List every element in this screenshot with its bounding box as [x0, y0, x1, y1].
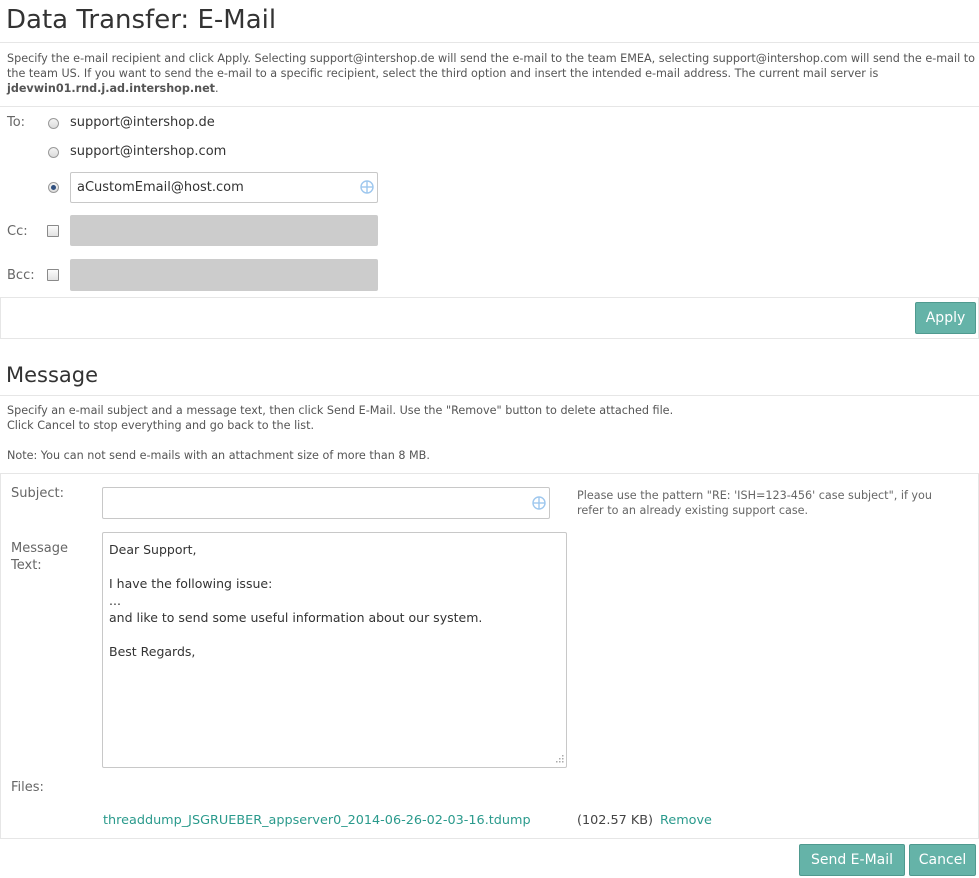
message-textarea[interactable]: Dear Support, I have the following issue… — [102, 532, 567, 768]
cancel-button[interactable]: Cancel — [909, 844, 976, 876]
to-label: To: — [7, 115, 26, 130]
resize-grip-icon[interactable] — [554, 755, 564, 765]
attachment-file-link[interactable]: threaddump_JSGRUEBER_appserver0_2014-06-… — [103, 813, 531, 828]
bcc-label: Bcc: — [7, 268, 35, 283]
subject-input[interactable] — [102, 487, 550, 519]
subject-label: Subject: — [11, 486, 64, 501]
autofill-icon — [360, 180, 374, 194]
description-text: Specify the e-mail recipient and click A… — [7, 52, 975, 80]
autofill-icon — [532, 496, 546, 510]
attachment-file-size: (102.57 KB) — [577, 813, 654, 828]
message-description-line2: Click Cancel to stop everything and go b… — [7, 419, 315, 432]
subject-hint: Please use the pattern "RE: 'ISH=123-456… — [577, 489, 932, 517]
divider — [0, 338, 979, 339]
message-description-line1: Specify an e-mail subject and a message … — [7, 404, 674, 417]
radio-custom-recipient[interactable] — [48, 182, 59, 193]
option-support-de-label: support@intershop.de — [70, 115, 215, 130]
apply-button[interactable]: Apply — [915, 302, 976, 334]
cc-checkbox[interactable] — [47, 225, 59, 237]
divider — [0, 297, 979, 298]
page-description: Specify the e-mail recipient and click A… — [7, 51, 975, 96]
radio-support-com[interactable] — [48, 147, 59, 158]
cc-field — [70, 215, 378, 246]
bcc-field — [70, 259, 378, 291]
divider — [0, 42, 979, 43]
message-section-title: Message — [6, 363, 99, 387]
files-label: Files: — [11, 780, 44, 795]
divider — [0, 838, 979, 839]
attachment-note: Note: You can not send e-mails with an a… — [7, 449, 430, 462]
custom-email-input[interactable] — [70, 172, 378, 203]
send-email-button[interactable]: Send E-Mail — [799, 844, 905, 876]
bcc-checkbox[interactable] — [47, 269, 59, 281]
message-text-label-line2: Text: — [11, 558, 42, 573]
divider — [0, 106, 979, 107]
option-support-com-label: support@intershop.com — [70, 144, 227, 159]
divider — [0, 473, 1, 839]
message-description: Specify an e-mail subject and a message … — [7, 403, 975, 463]
cc-label: Cc: — [7, 224, 28, 239]
radio-support-de[interactable] — [48, 118, 59, 129]
message-text-label-line1: Message — [11, 541, 68, 556]
remove-attachment-link[interactable]: Remove — [660, 813, 712, 828]
divider — [0, 395, 979, 396]
description-suffix: . — [215, 82, 219, 95]
divider — [0, 473, 979, 474]
page-title: Data Transfer: E-Mail — [6, 5, 277, 35]
message-text-label: Message Text: — [11, 540, 68, 574]
mail-server: jdevwin01.rnd.j.ad.intershop.net — [7, 82, 216, 95]
divider — [0, 297, 1, 339]
